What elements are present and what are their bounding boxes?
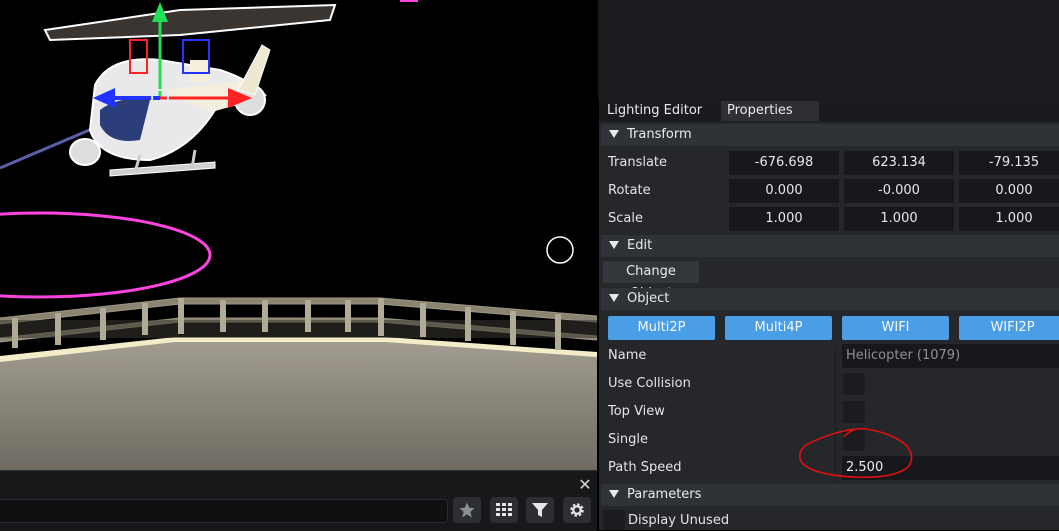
filter-icon [532,503,548,517]
name-label: Name [608,348,647,363]
rotate-label: Rotate [608,183,651,198]
collapse-triangle-icon [609,489,619,498]
display-unused-label: Display Unused [628,513,730,528]
section-transform[interactable]: Transform [601,124,1059,146]
wifi2p-button[interactable]: WIFI2P [959,316,1059,340]
properties-panel: Lighting Editor Properties Transform Tra… [599,98,1059,530]
section-parameters-title: Parameters [627,487,702,502]
path-speed-label: Path Speed [608,460,682,475]
settings-button[interactable] [563,497,591,523]
asset-search-input[interactable] [0,499,448,523]
tab-properties[interactable]: Properties [721,101,819,121]
close-icon[interactable]: ✕ [577,477,593,493]
star-icon [459,502,475,518]
translate-z-field[interactable]: -79.135 [959,151,1059,175]
filter-button[interactable] [526,497,554,523]
scene-render [0,0,597,470]
rotate-y-field[interactable]: -0.000 [844,179,954,203]
section-parameters[interactable]: Parameters [601,484,1059,506]
rotate-z-field[interactable]: 0.000 [959,179,1059,203]
grid-icon [496,503,512,516]
panel-tabs: Lighting Editor Properties [599,98,1059,122]
display-unused-checkbox[interactable] [603,510,625,530]
scale-x-field[interactable]: 1.000 [729,207,839,231]
section-object[interactable]: Object [601,288,1059,310]
scene-viewport[interactable] [0,0,597,470]
top-view-label: Top View [608,404,665,419]
helicopter-model [43,3,337,177]
translate-y-field[interactable]: 623.134 [844,151,954,175]
use-collision-checkbox[interactable] [843,373,865,395]
grid-view-button[interactable] [490,497,518,523]
translate-x-field[interactable]: -676.698 [729,151,839,175]
collapse-triangle-icon [609,293,619,302]
gear-icon [570,503,584,517]
multi4p-button[interactable]: Multi4P [725,316,832,340]
helipad-floor [0,340,597,470]
section-object-title: Object [627,291,670,306]
rotate-x-field[interactable]: 0.000 [729,179,839,203]
section-edit[interactable]: Edit [601,235,1059,257]
scale-label: Scale [608,211,643,226]
scale-z-field[interactable]: 1.000 [959,207,1059,231]
translate-label: Translate [608,155,668,170]
favorites-button[interactable] [453,497,481,523]
wifi-button[interactable]: WIFI [842,316,949,340]
annotation-circle [798,427,913,479]
change-object-button[interactable]: Change Object [603,261,699,301]
section-transform-title: Transform [627,127,692,142]
single-label: Single [608,432,648,447]
path-ring [0,211,212,299]
collapse-triangle-icon [609,129,619,138]
top-view-checkbox[interactable] [843,401,865,423]
section-edit-title: Edit [627,238,653,253]
scale-y-field[interactable]: 1.000 [844,207,954,231]
multi2p-button[interactable]: Multi2P [608,316,715,340]
railing [0,297,597,343]
name-field[interactable]: Helicopter (1079) [842,344,1059,368]
use-collision-label: Use Collision [608,376,691,391]
tab-lighting-editor[interactable]: Lighting Editor [601,101,727,121]
viewport-cursor [546,236,574,264]
panel-top-area [597,0,1059,98]
collapse-triangle-icon [609,240,619,249]
path-marker [400,0,418,2]
